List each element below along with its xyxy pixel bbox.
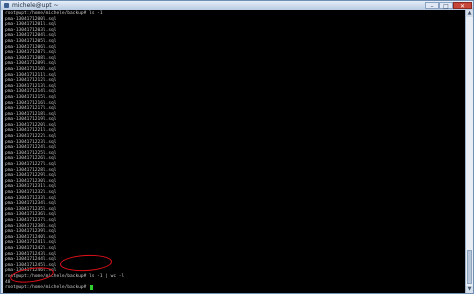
window-title: michele@upt ~ xyxy=(12,2,59,9)
scroll-thumb[interactable] xyxy=(467,250,472,284)
terminal-lines: root@upt:/home/michele/backup# ls -1 pma-… xyxy=(5,11,124,291)
scroll-down-arrow-icon[interactable]: ▼ xyxy=(466,286,473,293)
vertical-scrollbar[interactable]: ▲ ▼ xyxy=(465,10,473,293)
maximize-button[interactable]: □ xyxy=(439,2,453,10)
minimize-button[interactable]: – xyxy=(425,2,439,10)
terminal-app-icon xyxy=(4,3,9,8)
close-button[interactable]: ✕ xyxy=(453,2,472,10)
title-bar[interactable]: michele@upt ~ – □ ✕ xyxy=(1,1,473,10)
terminal-prompt-line: root@upt:/home/michele/backup# xyxy=(5,285,124,291)
terminal-output-area[interactable]: root@upt:/home/michele/backup# ls -1 pma-… xyxy=(3,10,465,293)
scroll-up-arrow-icon[interactable]: ▲ xyxy=(466,10,473,17)
terminal-window: michele@upt ~ – □ ✕ root@upt:/home/miche… xyxy=(0,0,474,294)
terminal-cursor xyxy=(90,285,93,291)
terminal-prompt: root@upt:/home/michele/backup# xyxy=(5,285,89,291)
